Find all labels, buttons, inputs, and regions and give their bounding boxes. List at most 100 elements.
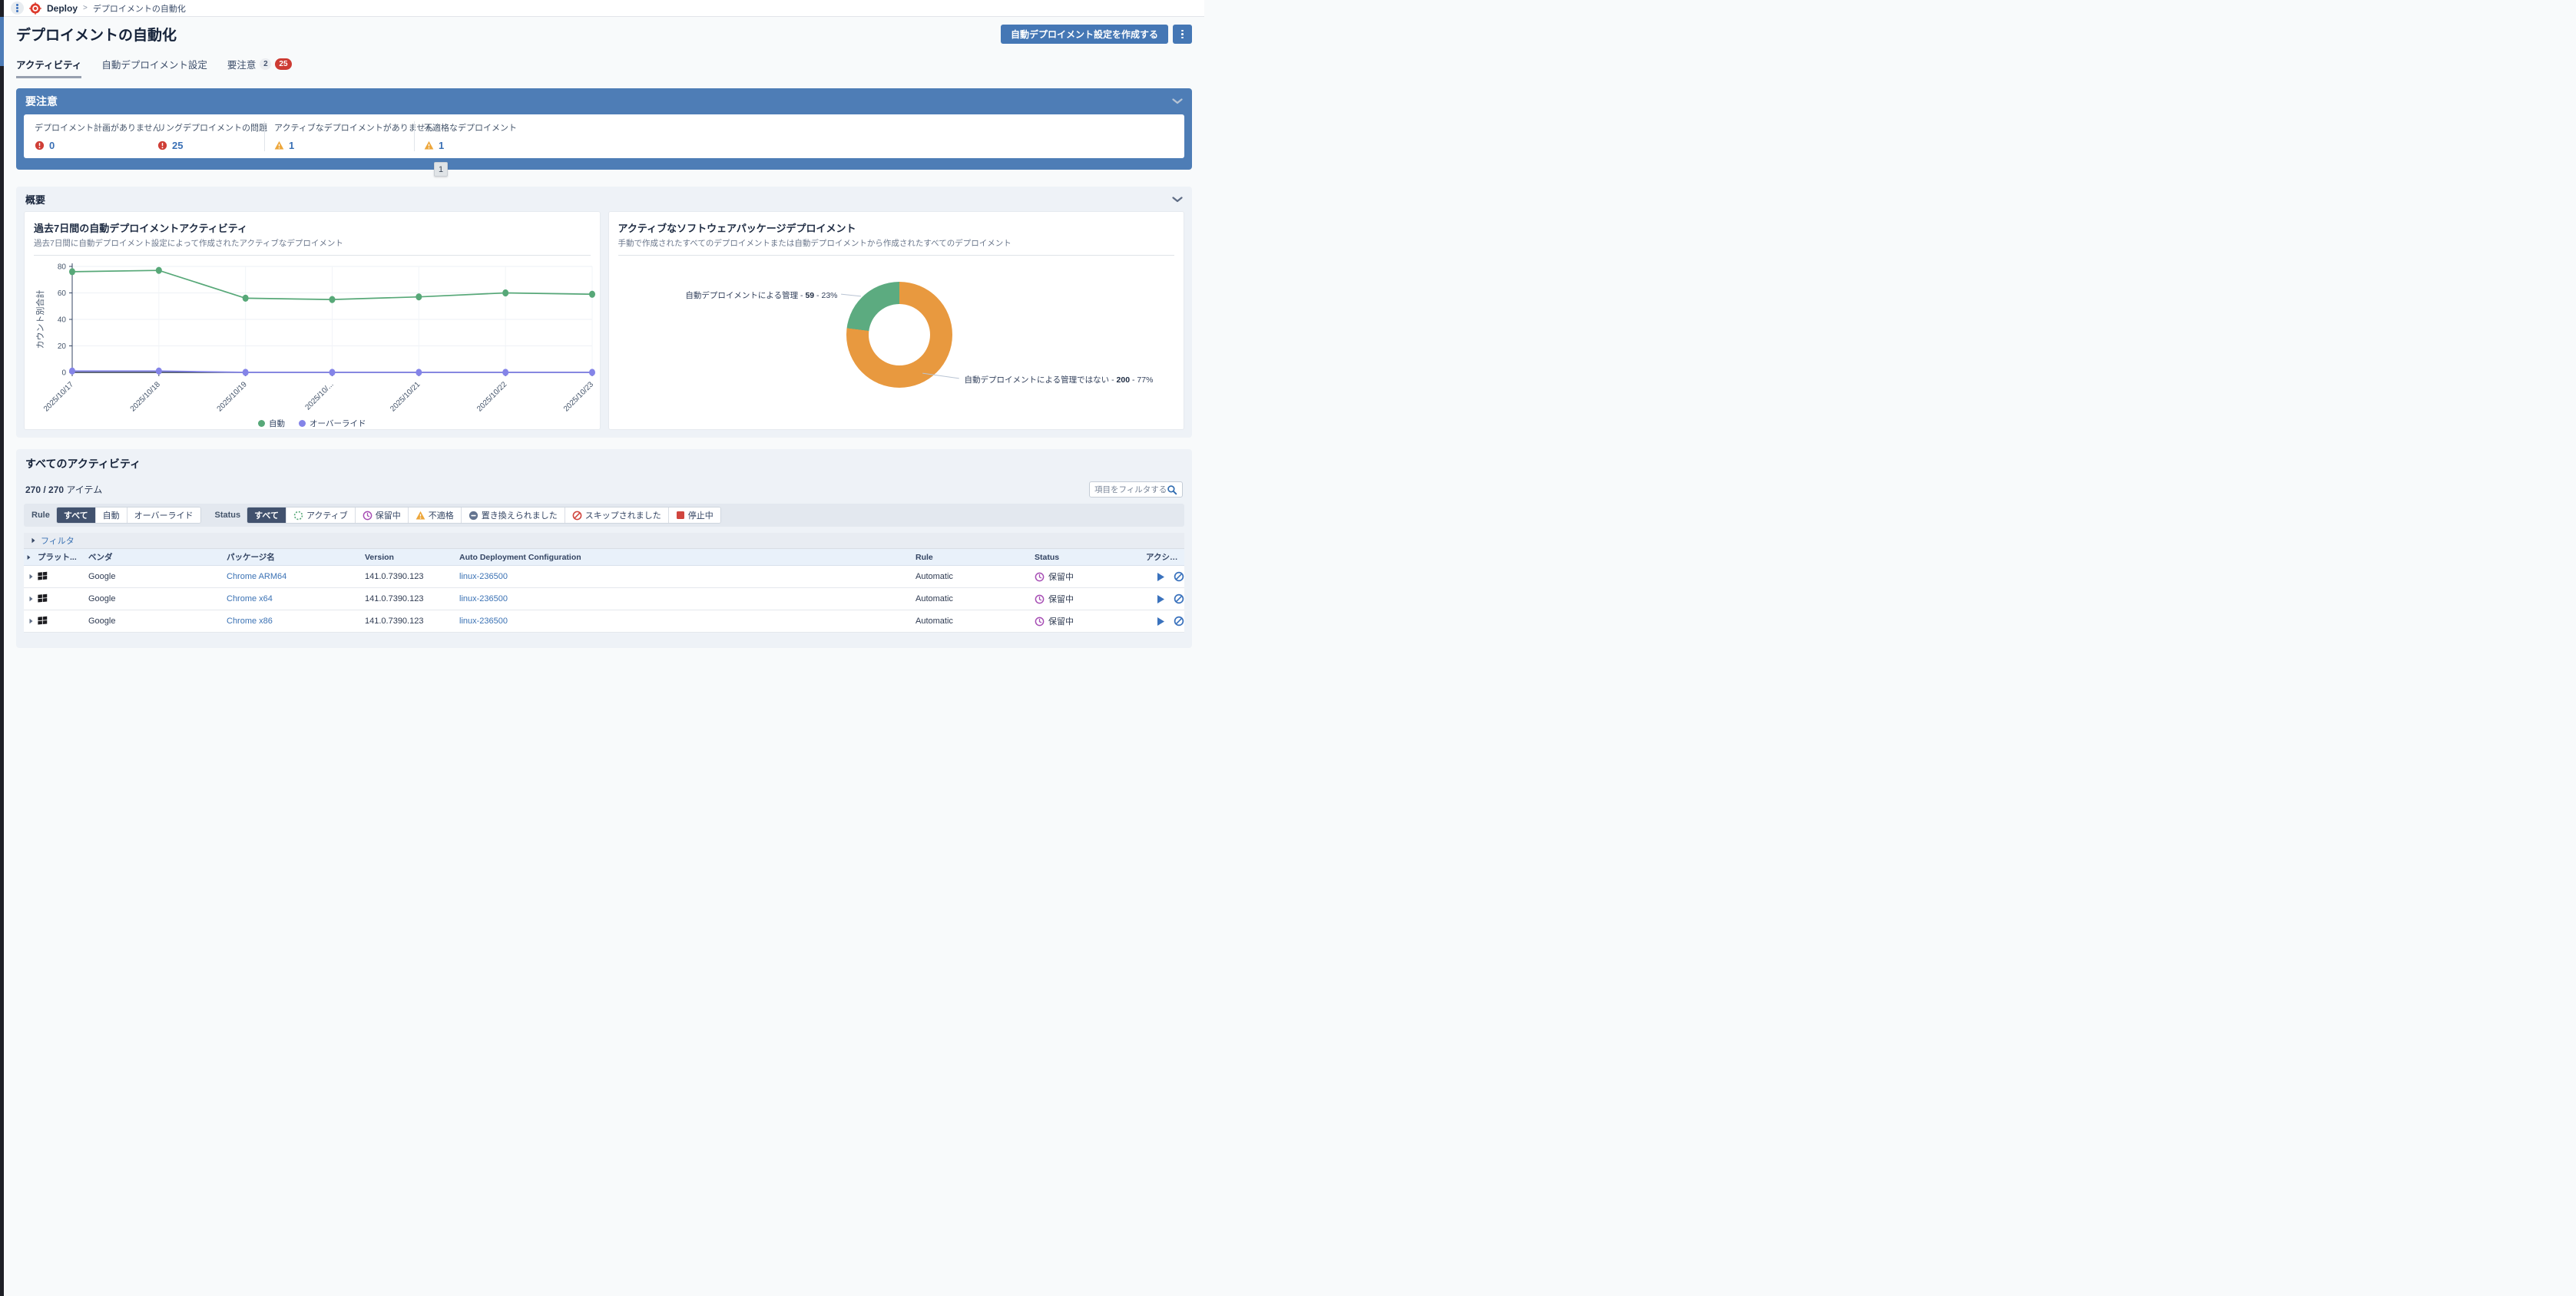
breadcrumb-separator: > — [83, 4, 88, 12]
config-link[interactable]: linux-236500 — [459, 572, 508, 581]
rule-chip-0[interactable]: すべて — [57, 507, 96, 523]
config-link[interactable]: linux-236500 — [459, 617, 508, 626]
row-expand-triangle-icon[interactable] — [29, 597, 32, 601]
banner-page-indicator[interactable]: 1 — [434, 162, 448, 177]
stat-value-link[interactable]: 1 — [289, 140, 294, 151]
column-header-8[interactable]: アクション — [1146, 551, 1184, 563]
tab-1[interactable]: 自動デプロイメント設定 — [101, 57, 207, 78]
donut-leader-line-left — [841, 294, 861, 297]
column-header-0[interactable] — [24, 554, 38, 560]
rule-chip-2[interactable]: オーバーライド — [127, 507, 200, 523]
column-header-3[interactable]: パッケージ名 — [227, 551, 365, 563]
legend-item-1[interactable]: オーバーライド — [299, 418, 366, 429]
app-name[interactable]: Deploy — [47, 3, 78, 14]
filter-items-input[interactable] — [1094, 485, 1167, 494]
search-icon[interactable] — [1167, 484, 1177, 495]
package-link[interactable]: Chrome x64 — [227, 594, 273, 603]
attention-stats-card: デプロイメント計画がありません0リングデプロイメントの問題25アクティブなデプロ… — [24, 114, 1184, 158]
tab-bar: アクティビティ自動デプロイメント設定 要注意2 25 — [16, 57, 1192, 78]
status-label: 保留中 — [1048, 615, 1074, 627]
chip-label: スキップされました — [585, 509, 661, 521]
legend-item-0[interactable]: 自動 — [258, 418, 285, 429]
chevron-up-icon[interactable] — [1172, 98, 1183, 104]
vendor-cell: Google — [88, 572, 115, 581]
expand-all-triangle-icon — [27, 555, 30, 560]
column-header-1[interactable]: プラット... — [38, 551, 88, 563]
package-link[interactable]: Chrome x86 — [227, 617, 273, 626]
table-body: Google Chrome ARM64 141.0.7390.123 linux-23… — [24, 566, 1184, 633]
error-icon — [157, 141, 167, 150]
items-count: 270 / 270 アイテム — [25, 483, 102, 496]
column-header-label: ベンダ — [88, 553, 113, 562]
svg-text:2025/10/22: 2025/10/22 — [475, 380, 508, 413]
rule-cell: Automatic — [916, 617, 953, 626]
column-header-6[interactable]: Rule — [916, 553, 1035, 562]
active-package-deployments-card: アクティブなソフトウェアパッケージデプロイメント 手動で作成されたすべてのデプロ… — [608, 211, 1185, 430]
chip-label: 保留中 — [376, 509, 401, 521]
cancel-deployment-icon[interactable] — [1174, 571, 1184, 582]
chip-label: 置き換えられました — [482, 509, 558, 521]
rule-chip-1[interactable]: 自動 — [96, 507, 127, 523]
status-pending-icon — [363, 511, 372, 521]
run-now-icon[interactable] — [1156, 572, 1165, 582]
chip-label: すべて — [64, 509, 88, 521]
page-kebab-menu-button[interactable] — [1173, 25, 1192, 44]
status-label: 保留中 — [1048, 593, 1074, 605]
row-expand-triangle-icon[interactable] — [29, 619, 32, 623]
page-title: デプロイメントの自動化 — [16, 24, 177, 45]
chevron-down-icon[interactable] — [1172, 197, 1183, 203]
row-expand-triangle-icon[interactable] — [29, 574, 32, 579]
column-header-4[interactable]: Version — [365, 553, 459, 562]
stat-value-link[interactable]: 25 — [172, 140, 183, 151]
donut-label-value: 59 — [805, 291, 814, 300]
svg-text:20: 20 — [58, 342, 67, 351]
column-header-5[interactable]: Auto Deployment Configuration — [459, 553, 916, 562]
donut-label-percent: 77% — [1137, 375, 1153, 385]
column-header-7[interactable]: Status — [1035, 553, 1146, 562]
line-chart: 0204060802025/10/172025/10/182025/10/192… — [34, 257, 591, 421]
config-link[interactable]: linux-236500 — [459, 594, 508, 603]
app-menu-button[interactable] — [11, 2, 24, 15]
status-chip-0[interactable]: すべて — [247, 507, 286, 523]
filter-toggle-label: フィルタ — [41, 534, 74, 547]
run-now-icon[interactable] — [1156, 617, 1165, 627]
overview-title: 概要 — [25, 192, 45, 207]
donut-label-text: 自動デプロイメントによる管理 — [685, 291, 798, 300]
status-chip-4[interactable]: 置き換えられました — [462, 507, 565, 523]
left-rail-scroll-thumb[interactable] — [0, 17, 4, 66]
tab-0[interactable]: アクティビティ — [16, 57, 81, 78]
donut-chart-title: アクティブなソフトウェアパッケージデプロイメント — [618, 220, 1175, 235]
status-chip-3[interactable]: 不適格 — [409, 507, 462, 523]
stat-value-link[interactable]: 1 — [439, 140, 444, 151]
windows-platform-icon — [38, 571, 48, 580]
svg-text:2025/10/18: 2025/10/18 — [129, 380, 162, 413]
status-chip-6[interactable]: 停止中 — [669, 507, 720, 523]
svg-text:60: 60 — [58, 289, 67, 298]
warning-count-badge: 2 — [260, 58, 271, 70]
tab-label: 要注意 — [227, 57, 257, 71]
run-now-icon[interactable] — [1156, 594, 1165, 604]
stat-value-link[interactable]: 0 — [49, 140, 55, 151]
svg-text:カウント別合計: カウント別合計 — [35, 290, 45, 349]
package-link[interactable]: Chrome ARM64 — [227, 572, 286, 581]
column-header-label: アクション — [1146, 553, 1184, 562]
error-count-badge: 25 — [275, 58, 291, 70]
status-chip-2[interactable]: 保留中 — [356, 507, 409, 523]
create-auto-deployment-button[interactable]: 自動デプロイメント設定を作成する — [1001, 25, 1168, 44]
quick-filter-bar: Rule すべて自動オーバーライド Status すべてアクティブ保留中不適格置… — [24, 504, 1184, 527]
status-chip-1[interactable]: アクティブ — [286, 507, 356, 523]
filter-toggle-row[interactable]: フィルタ — [24, 533, 1184, 549]
cancel-deployment-icon[interactable] — [1174, 616, 1184, 627]
attention-stat-2: アクティブなデプロイメントがありません1 — [264, 121, 414, 151]
search-box — [1089, 481, 1183, 498]
column-header-label: Rule — [916, 553, 933, 562]
status-pending-icon — [1035, 572, 1045, 582]
chip-label: アクティブ — [306, 509, 348, 521]
stat-label: デプロイメント計画がありません — [35, 121, 157, 134]
column-header-2[interactable]: ベンダ — [88, 551, 227, 563]
status-chip-5[interactable]: スキップされました — [565, 507, 669, 523]
tab-2[interactable]: 要注意2 25 — [227, 57, 292, 78]
svg-text:80: 80 — [58, 263, 67, 272]
cancel-deployment-icon[interactable] — [1174, 593, 1184, 604]
version-cell: 141.0.7390.123 — [365, 617, 423, 626]
